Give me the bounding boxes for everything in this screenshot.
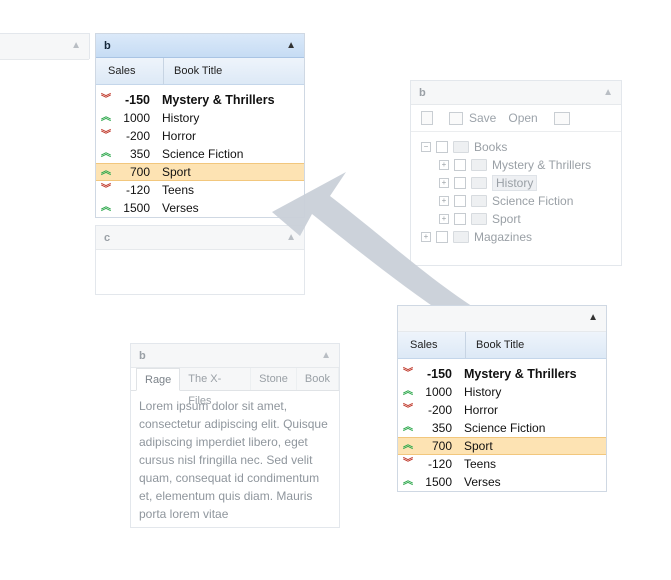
drag-arrow-graphic bbox=[272, 172, 505, 336]
table-row[interactable]: ︾ -120 Teens bbox=[398, 455, 606, 473]
arrow-up-icon: ︽ bbox=[403, 422, 413, 433]
arrow-up-icon: ︽ bbox=[403, 386, 413, 397]
sales-value: 350 bbox=[431, 421, 452, 435]
book-title: Horror bbox=[464, 403, 499, 417]
table-row[interactable]: ︽ 350 Science Fiction bbox=[398, 419, 606, 437]
sales-value: -200 bbox=[427, 403, 452, 417]
table-row[interactable]: ︽ 1000 History bbox=[398, 383, 606, 401]
arrow-down-icon: ︾ bbox=[403, 404, 413, 415]
column-title[interactable]: Book Title bbox=[466, 332, 524, 358]
sales-value: 1000 bbox=[425, 385, 452, 399]
arrow-down-icon: ︾ bbox=[403, 368, 413, 379]
book-title: Mystery & Thrillers bbox=[464, 367, 577, 381]
sales-value: -150 bbox=[426, 367, 452, 381]
book-title: Science Fiction bbox=[464, 421, 546, 435]
table-row[interactable]: ︾ -150 Mystery & Thrillers bbox=[398, 365, 606, 383]
sales-value: 700 bbox=[431, 439, 452, 453]
arrow-down-icon: ︾ bbox=[403, 458, 413, 469]
chevron-up-icon[interactable]: ▲ bbox=[588, 306, 598, 330]
panel-header[interactable]: ▲ bbox=[398, 306, 606, 332]
grid-panel-secondary: ▲ Sales Book Title ︾ -150 Mystery & Thrill… bbox=[397, 305, 607, 492]
grid-body: ︾ -150 Mystery & Thrillers ︽ 1000 History ︾ -20… bbox=[398, 359, 606, 491]
table-row[interactable]: ︽ 700 Sport bbox=[398, 437, 606, 455]
grid-header: Sales Book Title bbox=[398, 332, 606, 359]
book-title: History bbox=[464, 385, 502, 399]
sales-value: -120 bbox=[427, 457, 452, 471]
book-title: Verses bbox=[464, 475, 501, 489]
arrow-up-icon: ︽ bbox=[403, 476, 413, 487]
book-title: Teens bbox=[464, 457, 497, 471]
sales-value: 1500 bbox=[425, 475, 452, 489]
book-title: Sport bbox=[464, 439, 493, 453]
column-sales[interactable]: Sales bbox=[398, 332, 466, 358]
arrow-up-icon: ︽ bbox=[403, 440, 413, 451]
table-row[interactable]: ︽ 1500 Verses bbox=[398, 473, 606, 491]
table-row[interactable]: ︾ -200 Horror bbox=[398, 401, 606, 419]
